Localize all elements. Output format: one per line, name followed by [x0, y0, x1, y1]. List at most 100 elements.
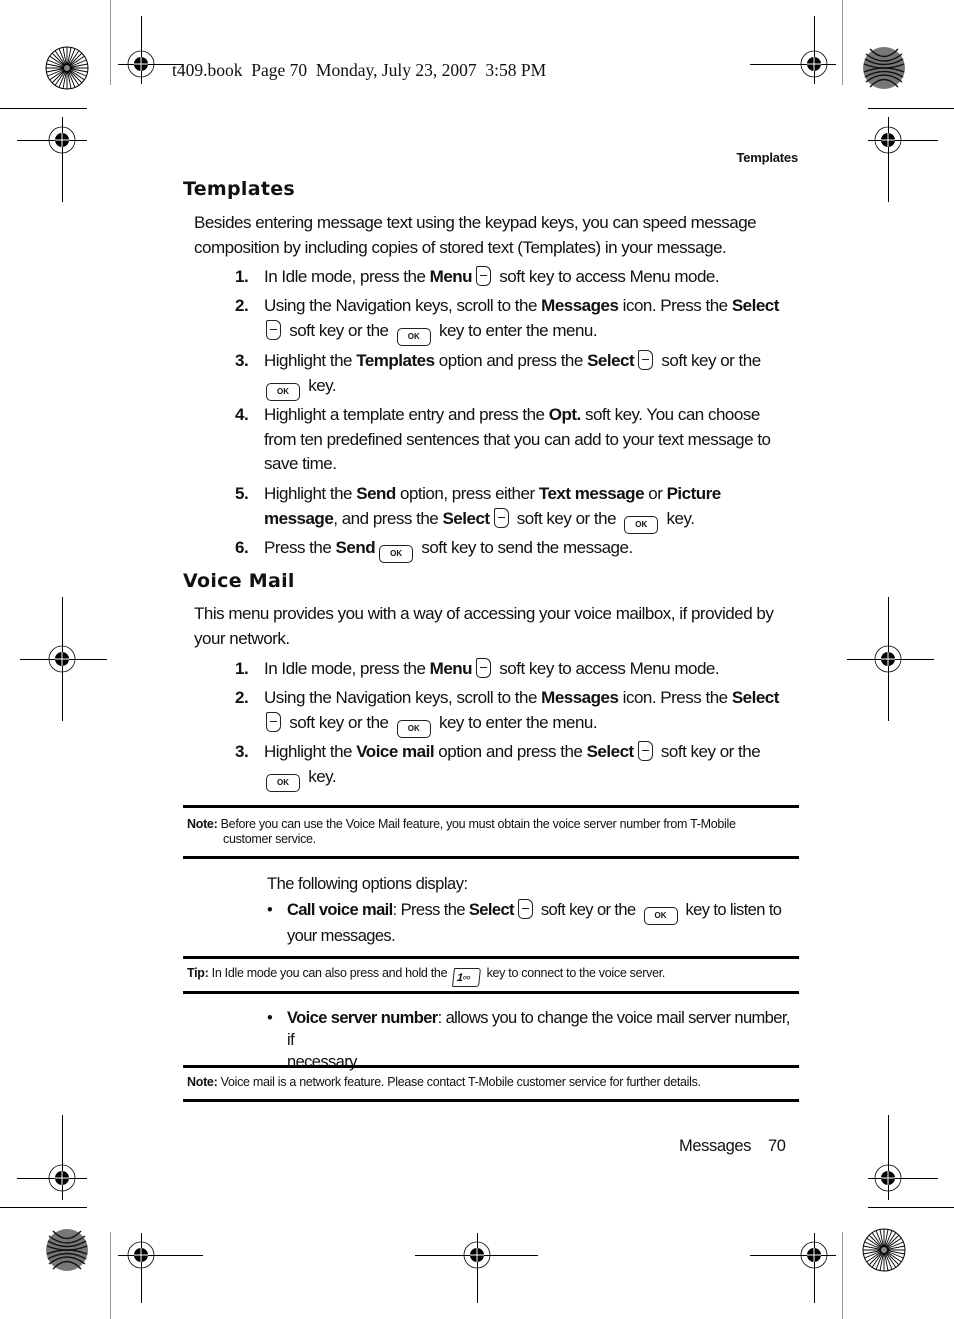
tip-label: Tip:: [187, 966, 209, 980]
step-text: soft key. You can choose: [580, 405, 760, 424]
ok-key-icon: OK: [396, 327, 431, 346]
note-voice-server: Note: Before you can use the Voice Mail …: [187, 817, 792, 847]
soft-key-icon: [266, 319, 281, 340]
starburst-mark-icon: [862, 1228, 906, 1272]
soft-key-icon: [637, 741, 653, 761]
intro-line: Besides entering message text using the …: [194, 213, 757, 232]
step-text: key.: [304, 375, 337, 395]
note-text: Voice mail is a network feature. Please …: [217, 1075, 701, 1089]
registration-mark-icon: [47, 125, 77, 155]
step-text: option and press the: [434, 742, 587, 761]
step-text: option, press either: [395, 484, 539, 503]
ok-key-icon: OK: [624, 515, 659, 534]
registration-mark-icon: [873, 125, 903, 155]
step-text: from ten predefined sentences that you c…: [264, 429, 771, 449]
step-text: soft key or the: [656, 742, 761, 761]
soft-key-icon: [266, 711, 281, 732]
picture-label: Picture: [666, 484, 722, 503]
step-text: soft key or the: [657, 351, 761, 370]
option-text: your messages.: [287, 927, 396, 945]
ok-key-icon: OK: [379, 545, 414, 563]
step-number: 6.: [235, 538, 249, 557]
menu-label: Menu: [429, 659, 473, 678]
registration-mark-icon: [126, 49, 156, 79]
soft-key-icon: [476, 658, 492, 678]
print-slug: t409.book Page 70 Monday, July 23, 2007 …: [172, 60, 547, 80]
select-label: Select: [587, 351, 635, 370]
select-label: Select: [586, 742, 635, 761]
step-number: 5.: [235, 484, 249, 503]
select-label: Select: [468, 901, 515, 919]
ok-key-icon: OK: [396, 719, 431, 738]
step-text: , and press the: [333, 508, 443, 528]
text-message-label: Text message: [538, 484, 645, 503]
note2-rule-top: [183, 1065, 799, 1068]
voicemail-1-key-icon: 1ᴼᴼ: [452, 968, 482, 987]
note2-rule-bottom: [183, 1099, 799, 1102]
step-text: soft key to access Menu mode.: [495, 267, 720, 286]
opt-label: Opt.: [548, 405, 582, 424]
footer-section: Messages: [679, 1137, 752, 1155]
send-label: Send: [356, 484, 396, 503]
step-text: option and press the: [434, 351, 588, 370]
step-number: 2.: [235, 688, 249, 707]
option-text: soft key or the: [536, 901, 640, 919]
step-text: or: [644, 484, 667, 503]
page-number: 70: [768, 1137, 786, 1155]
options-intro: The following options display:: [267, 875, 468, 893]
select-label: Select: [442, 508, 490, 528]
step-number: 4.: [235, 405, 249, 424]
soft-key-icon: [476, 266, 492, 286]
starburst-mark-icon: [45, 46, 89, 90]
ok-key-icon: OK: [266, 382, 300, 401]
menu-label: Menu: [429, 267, 473, 286]
option-text: necessary.: [287, 1053, 360, 1071]
intro-line: This menu provides you with a way of acc…: [194, 604, 774, 623]
step-text: Press the: [264, 538, 336, 557]
ok-key-icon: OK: [266, 773, 300, 792]
option-text: key to listen to: [681, 901, 782, 919]
templates-label: Templates: [356, 351, 435, 370]
registration-mark-icon: [873, 644, 903, 674]
option-name: Call voice mail: [287, 901, 393, 919]
send-label: Send: [335, 538, 376, 557]
step-number: 1.: [235, 659, 249, 678]
bullet-icon: •: [267, 901, 273, 919]
note-label: Note:: [187, 817, 218, 831]
tip-text: key to connect to the voice server.: [483, 966, 666, 980]
messages-label: Messages: [541, 688, 619, 707]
ok-key-icon: OK: [643, 907, 678, 925]
running-head: Templates: [736, 150, 798, 165]
note-label: Note:: [187, 1075, 218, 1089]
step-text: soft key or the: [285, 712, 393, 732]
step-text: key to enter the menu.: [434, 712, 598, 732]
step-text: key.: [304, 766, 337, 786]
step-text: soft key or the: [512, 508, 621, 528]
intro-line: composition by including copies of store…: [194, 237, 727, 257]
step-text: Highlight a template entry and press the: [264, 405, 549, 424]
step-text: In Idle mode, press the: [264, 267, 430, 286]
option-text: : Press the: [392, 901, 469, 919]
intro-line: your network.: [194, 628, 290, 648]
tip-text: In Idle mode you can also press and hold…: [208, 966, 451, 980]
step-text: Using the Navigation keys, scroll to the: [264, 296, 542, 315]
step-number: 2.: [235, 296, 249, 315]
soft-key-icon: [493, 507, 509, 528]
section-title-voice-mail: Voice Mail: [183, 570, 295, 592]
step-number: 3.: [235, 742, 249, 761]
registration-mark-icon: [799, 49, 829, 79]
option-name: Voice server number: [287, 1009, 438, 1027]
moire-mark-icon: [862, 46, 906, 90]
step-text: save time.: [264, 454, 337, 473]
step-text: Highlight the: [264, 351, 357, 370]
templates-intro: Besides entering message text using the …: [194, 211, 757, 260]
step-text: soft key to send the message.: [417, 538, 633, 557]
registration-mark-icon: [873, 1163, 903, 1193]
step-text: key to enter the menu.: [434, 320, 598, 340]
step-text: soft key to access Menu mode.: [495, 659, 720, 678]
registration-mark-icon: [126, 1240, 156, 1270]
note-rule-top: [183, 805, 799, 808]
step-text: key.: [662, 508, 695, 528]
voice-mail-label: Voice mail: [356, 742, 435, 761]
moire-mark-icon: [45, 1228, 89, 1272]
